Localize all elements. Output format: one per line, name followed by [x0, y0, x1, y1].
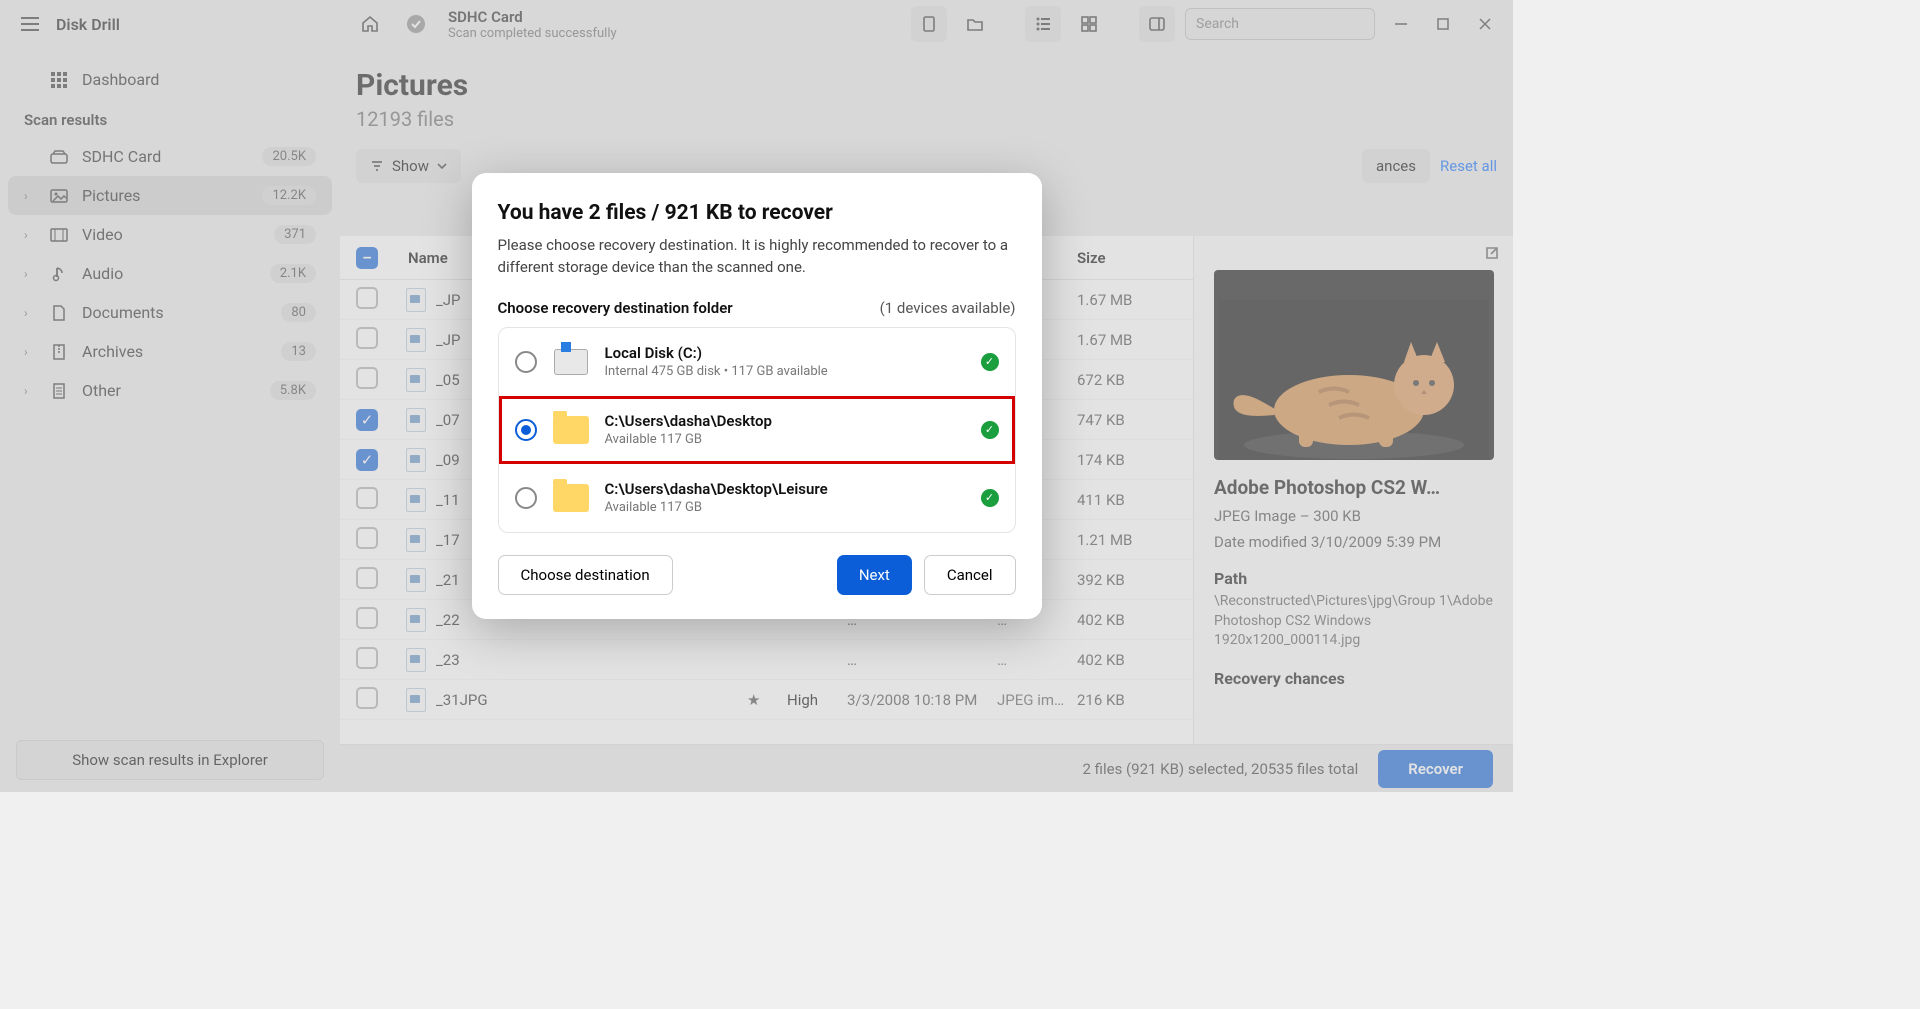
- destination-option[interactable]: Local Disk (C:) Internal 475 GB disk • 1…: [499, 328, 1015, 396]
- folder-icon: [551, 410, 591, 450]
- destination-sub: Available 117 GB: [605, 432, 967, 447]
- destination-radio[interactable]: [515, 351, 537, 373]
- destination-list: Local Disk (C:) Internal 475 GB disk • 1…: [498, 327, 1016, 533]
- choose-destination-button[interactable]: Choose destination: [498, 555, 673, 595]
- modal-title: You have 2 files / 921 KB to recover: [498, 201, 1016, 225]
- cancel-button[interactable]: Cancel: [924, 555, 1016, 595]
- destination-option[interactable]: C:\Users\dasha\Desktop\Leisure Available…: [499, 464, 1015, 532]
- destination-name: C:\Users\dasha\Desktop\Leisure: [605, 480, 967, 498]
- check-icon: ✓: [981, 421, 999, 439]
- modal-description: Please choose recovery destination. It i…: [498, 235, 1016, 279]
- destination-radio[interactable]: [515, 419, 537, 441]
- destination-sub: Internal 475 GB disk • 117 GB available: [605, 364, 967, 379]
- modal-choose-label: Choose recovery destination folder: [498, 299, 733, 317]
- destination-radio[interactable]: [515, 487, 537, 509]
- destination-name: C:\Users\dasha\Desktop: [605, 412, 967, 430]
- drive-icon: [551, 342, 591, 382]
- check-icon: ✓: [981, 353, 999, 371]
- modal-devices-available: (1 devices available): [880, 299, 1016, 317]
- next-button[interactable]: Next: [837, 555, 912, 595]
- check-icon: ✓: [981, 489, 999, 507]
- destination-option[interactable]: C:\Users\dasha\Desktop Available 117 GB …: [499, 396, 1015, 464]
- destination-sub: Available 117 GB: [605, 500, 967, 515]
- folder-icon: [551, 478, 591, 518]
- recovery-destination-modal: You have 2 files / 921 KB to recover Ple…: [472, 173, 1042, 619]
- modal-overlay: You have 2 files / 921 KB to recover Ple…: [0, 0, 1513, 792]
- destination-name: Local Disk (C:): [605, 344, 967, 362]
